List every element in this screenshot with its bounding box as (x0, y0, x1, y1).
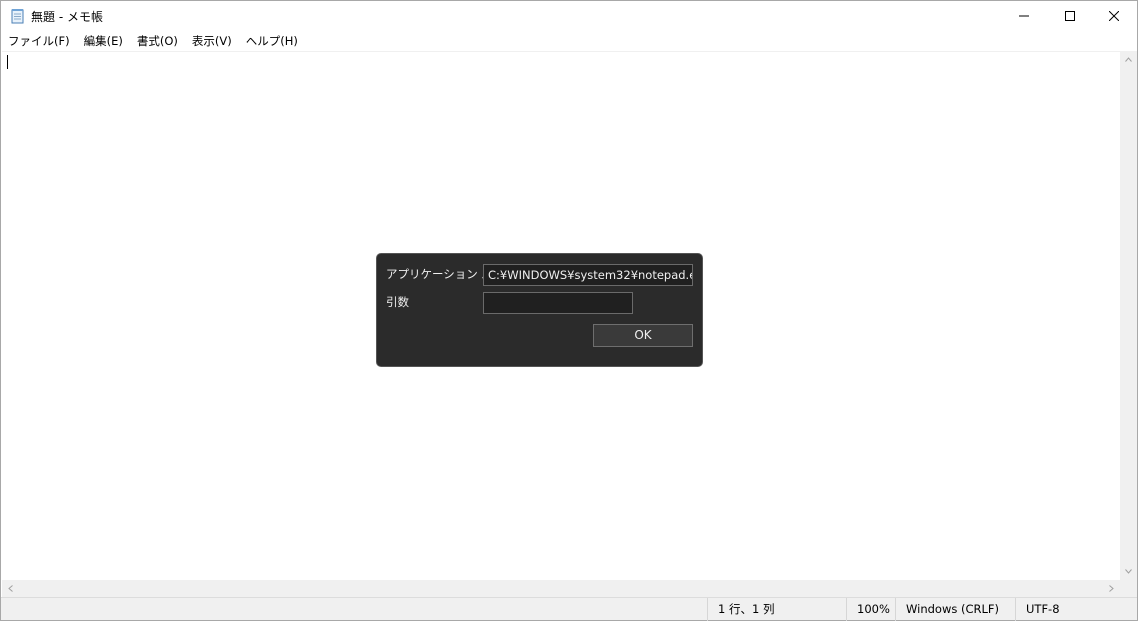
minimize-icon (1019, 15, 1029, 17)
maximize-icon (1065, 11, 1075, 21)
scroll-right-arrow-icon[interactable] (1103, 580, 1120, 597)
line-ending: Windows (CRLF) (895, 598, 1015, 621)
maximize-button[interactable] (1047, 1, 1093, 31)
arguments-label: 引数 (386, 295, 409, 309)
notepad-icon (10, 8, 26, 24)
horizontal-scrollbar[interactable] (2, 580, 1120, 597)
scroll-left-arrow-icon[interactable] (2, 580, 19, 597)
scroll-up-arrow-icon[interactable] (1120, 51, 1137, 68)
vertical-scrollbar[interactable] (1120, 51, 1137, 580)
arguments-field[interactable] (483, 292, 633, 314)
text-caret (7, 55, 8, 69)
scroll-down-arrow-icon[interactable] (1120, 563, 1137, 580)
ok-button[interactable]: OK (593, 324, 693, 347)
menu-bar: ファイル(F) 編集(E) 書式(O) 表示(V) ヘルプ(H) (1, 31, 1137, 51)
status-bar: 1 行、1 列 100% Windows (CRLF) UTF-8 (1, 597, 1137, 621)
app-path-field[interactable]: C:¥WINDOWS¥system32¥notepad.exe (483, 264, 693, 286)
title-bar[interactable]: 無題 - メモ帳 (1, 1, 1137, 31)
menu-edit[interactable]: 編集(E) (77, 31, 130, 51)
window-title: 無題 - メモ帳 (31, 10, 103, 24)
cursor-position: 1 行、1 列 (707, 598, 846, 621)
menu-help[interactable]: ヘルプ(H) (239, 31, 305, 51)
menu-view[interactable]: 表示(V) (185, 31, 239, 51)
zoom-level: 100% (846, 598, 895, 621)
close-icon (1109, 11, 1119, 21)
encoding: UTF-8 (1015, 598, 1137, 621)
close-button[interactable] (1091, 1, 1137, 31)
minimize-button[interactable] (1001, 1, 1047, 31)
menu-format[interactable]: 書式(O) (130, 31, 185, 51)
app-path-popup: アプリケーション パス C:¥WINDOWS¥system32¥notepad.… (376, 253, 703, 367)
scrollbar-corner (1120, 580, 1137, 597)
menu-file[interactable]: ファイル(F) (1, 31, 77, 51)
